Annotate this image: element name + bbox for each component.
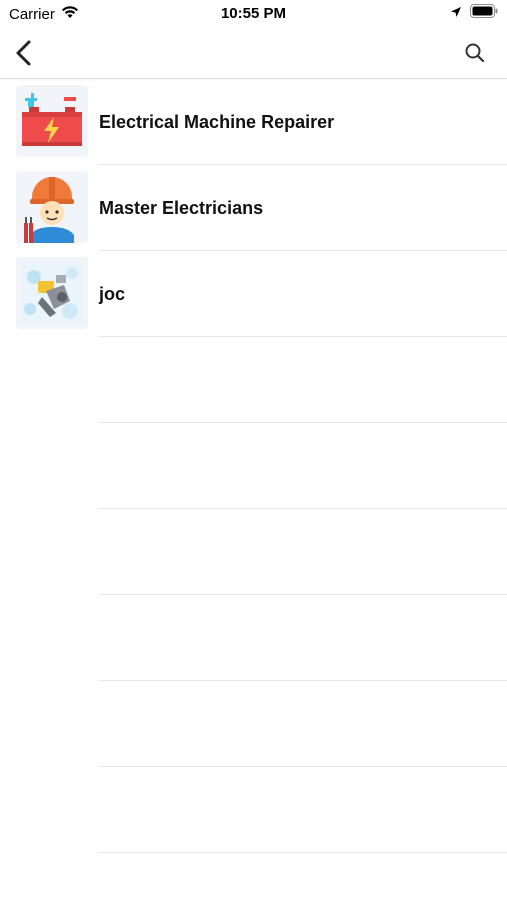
row-separator [99,508,507,509]
status-bar: Carrier 10:55 PM [0,0,507,28]
machine-photo-icon [16,257,88,329]
row-separator [99,250,507,251]
list-item[interactable]: Electrical Machine Repairer [0,80,507,166]
list-item[interactable]: joc [0,252,507,338]
row-separator [99,680,507,681]
search-button[interactable] [463,41,487,65]
search-icon [465,43,485,63]
empty-row [0,424,507,510]
row-separator [99,852,507,853]
list-item-title: joc [99,284,126,304]
list-item-title: Electrical Machine Repairer [99,112,335,132]
electrician-worker-icon [16,171,88,243]
list-item-title: Master Electricians [99,198,264,218]
status-time: 10:55 PM [220,5,287,22]
empty-row [0,510,507,596]
battery-icon [470,4,498,22]
row-separator [99,422,507,423]
row-separator [99,336,507,337]
empty-row [0,338,507,424]
empty-row [0,682,507,768]
chevron-left-icon [16,40,31,66]
location-arrow-icon [450,5,462,22]
battery-charge-icon [16,85,88,157]
row-separator [99,766,507,767]
row-separator [99,594,507,595]
navigation-bar [0,28,507,79]
list-item[interactable]: Master Electricians [0,166,507,252]
row-separator [99,164,507,165]
empty-row [0,596,507,682]
back-button[interactable] [10,38,38,68]
category-list: Electrical Machine Repairer Master Elect… [0,80,507,854]
empty-row [0,768,507,854]
status-right-group [450,4,498,22]
